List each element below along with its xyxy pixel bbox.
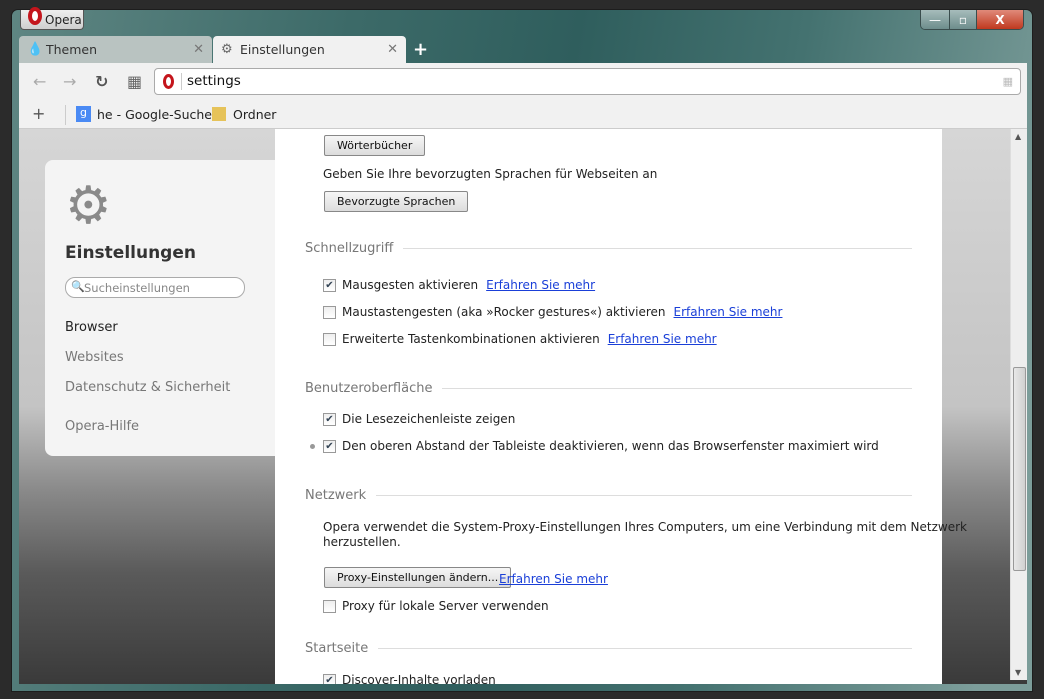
speed-dial-button[interactable]: ▦	[127, 72, 142, 91]
bookmarks-bar: + g he - Google-Suche Ordner	[19, 101, 1027, 129]
scroll-down-arrow-icon[interactable]: ▼	[1015, 668, 1021, 677]
language-text: Geben Sie Ihre bevorzugten Sprachen für …	[323, 167, 658, 181]
section-network: Netzwerk	[305, 488, 912, 503]
checkbox-proxy-local[interactable]: Proxy für lokale Server verwenden	[323, 599, 549, 613]
dictionaries-button[interactable]: Wörterbücher	[324, 135, 426, 156]
sidebar-item-help[interactable]: Opera-Hilfe	[65, 419, 139, 434]
tab-themen[interactable]: 💧 Themen ✕	[19, 36, 212, 63]
scrollbar[interactable]: ▲ ▼	[1010, 129, 1027, 680]
network-text-cont: herzustellen.	[323, 535, 401, 549]
tab-label: Themen	[46, 42, 98, 57]
search-icon: 🔍	[71, 280, 85, 293]
section-title: Benutzeroberfläche	[305, 381, 433, 396]
learn-more-link[interactable]: Erfahren Sie mehr	[486, 278, 595, 292]
divider	[65, 105, 66, 125]
section-title: Schnellzugriff	[305, 241, 394, 256]
checkbox[interactable]	[323, 332, 336, 346]
bookmark-google[interactable]: he - Google-Suche	[97, 107, 212, 122]
checkbox-tabbar-spacing[interactable]: ✔ Den oberen Abstand der Tableiste deakti…	[323, 439, 879, 453]
checkbox-mouse-gestures[interactable]: ✔ Mausgesten aktivieren Erfahren Sie mehr	[323, 278, 595, 292]
learn-more-link[interactable]: Erfahren Sie mehr	[674, 305, 783, 319]
divider	[181, 73, 182, 90]
section-title: Netzwerk	[305, 488, 367, 503]
tab-einstellungen[interactable]: ⚙ Einstellungen ✕	[213, 36, 406, 63]
checkbox-label: Erweiterte Tastenkombinationen aktiviere…	[342, 332, 600, 346]
checkbox-label: Die Lesezeichenleiste zeigen	[342, 412, 516, 426]
new-tab-button[interactable]: +	[413, 39, 428, 60]
minimize-button[interactable]: —	[921, 10, 949, 29]
sidebar-title: Einstellungen	[65, 243, 196, 263]
settings-sidebar: ⚙ Einstellungen 🔍 Sucheinstellungen Brows…	[45, 160, 275, 456]
scroll-up-arrow-icon[interactable]: ▲	[1015, 132, 1021, 141]
checkbox-rocker-gestures[interactable]: Maustastengesten (aka »Rocker gestures«)…	[323, 305, 782, 319]
sidebar-item-websites[interactable]: Websites	[65, 350, 124, 365]
changed-indicator-dot	[310, 444, 315, 449]
tab-close-icon[interactable]: ✕	[193, 42, 204, 57]
checkbox[interactable]: ✔	[323, 412, 336, 426]
back-button[interactable]: ←	[33, 72, 46, 91]
opera-logo-icon	[28, 7, 42, 25]
tab-label: Einstellungen	[240, 42, 325, 57]
checkbox[interactable]: ✔	[323, 278, 336, 292]
opera-menu-label: Opera	[45, 13, 82, 27]
grid-icon[interactable]: ▦	[1003, 75, 1013, 88]
tab-close-icon[interactable]: ✕	[387, 42, 398, 57]
checkbox-label: Den oberen Abstand der Tableiste deaktiv…	[342, 439, 879, 453]
search-placeholder: Sucheinstellungen	[84, 281, 190, 295]
drop-icon: 💧	[27, 42, 44, 57]
search-settings-input[interactable]: 🔍 Sucheinstellungen	[65, 277, 245, 298]
settings-page: ⚙ Einstellungen 🔍 Sucheinstellungen Brows…	[19, 129, 1027, 684]
opera-menu-button[interactable]: Opera	[20, 7, 84, 30]
checkbox-label: Proxy für lokale Server verwenden	[342, 599, 549, 613]
learn-more-link[interactable]: Erfahren Sie mehr	[499, 572, 608, 586]
checkbox-preload-discover[interactable]: ✔ Discover-Inhalte vorladen	[323, 673, 496, 684]
checkbox-show-bookmarks-bar[interactable]: ✔ Die Lesezeichenleiste zeigen	[323, 412, 515, 426]
checkbox[interactable]	[323, 599, 336, 613]
reload-button[interactable]: ↻	[95, 72, 108, 91]
section-quick-access: Schnellzugriff	[305, 241, 912, 256]
folder-icon	[212, 107, 226, 121]
address-bar[interactable]: settings ▦	[154, 68, 1021, 95]
opera-page-icon	[163, 74, 174, 89]
sidebar-item-privacy[interactable]: Datenschutz & Sicherheit	[65, 380, 230, 395]
url-text: settings	[187, 73, 241, 89]
preferred-languages-button[interactable]: Bevorzugte Sprachen	[324, 191, 469, 212]
google-icon: g	[76, 106, 91, 122]
forward-button[interactable]: →	[63, 72, 76, 91]
checkbox-label: Maustastengesten (aka »Rocker gestures«)…	[342, 305, 666, 319]
window-controls: — ▫ X	[920, 10, 1024, 30]
checkbox[interactable]: ✔	[323, 439, 336, 453]
checkbox-label: Discover-Inhalte vorladen	[342, 673, 496, 684]
learn-more-link[interactable]: Erfahren Sie mehr	[608, 332, 717, 346]
settings-panel: Wörterbücher Geben Sie Ihre bevorzugten …	[275, 129, 967, 684]
checkbox-advanced-shortcuts[interactable]: Erweiterte Tastenkombinationen aktiviere…	[323, 332, 717, 346]
checkbox-label: Mausgesten aktivieren	[342, 278, 479, 292]
checkbox[interactable]: ✔	[323, 673, 336, 684]
section-startpage: Startseite	[305, 641, 912, 656]
gear-icon: ⚙	[221, 42, 233, 57]
checkbox[interactable]	[323, 305, 336, 319]
proxy-settings-button[interactable]: Proxy-Einstellungen ändern...	[324, 567, 512, 588]
network-text: Opera verwendet die System-Proxy-Einstel…	[323, 520, 967, 534]
toolbar: ← → ↻ ▦ settings ▦	[19, 63, 1027, 101]
close-button[interactable]: X	[976, 10, 1023, 29]
bookmark-folder-ordner[interactable]: Ordner	[233, 107, 276, 122]
sidebar-item-browser[interactable]: Browser	[65, 320, 118, 335]
browser-window: Opera — ▫ X 💧 Themen ✕ ⚙ Einstellungen ✕ + ←…	[11, 7, 1033, 692]
add-bookmark-button[interactable]: +	[32, 104, 45, 123]
settings-gear-icon: ⚙	[65, 176, 112, 236]
section-title: Startseite	[305, 641, 369, 656]
section-user-interface: Benutzeroberfläche	[305, 381, 912, 396]
maximize-button[interactable]: ▫	[949, 10, 976, 29]
scrollbar-thumb[interactable]	[1013, 367, 1026, 571]
